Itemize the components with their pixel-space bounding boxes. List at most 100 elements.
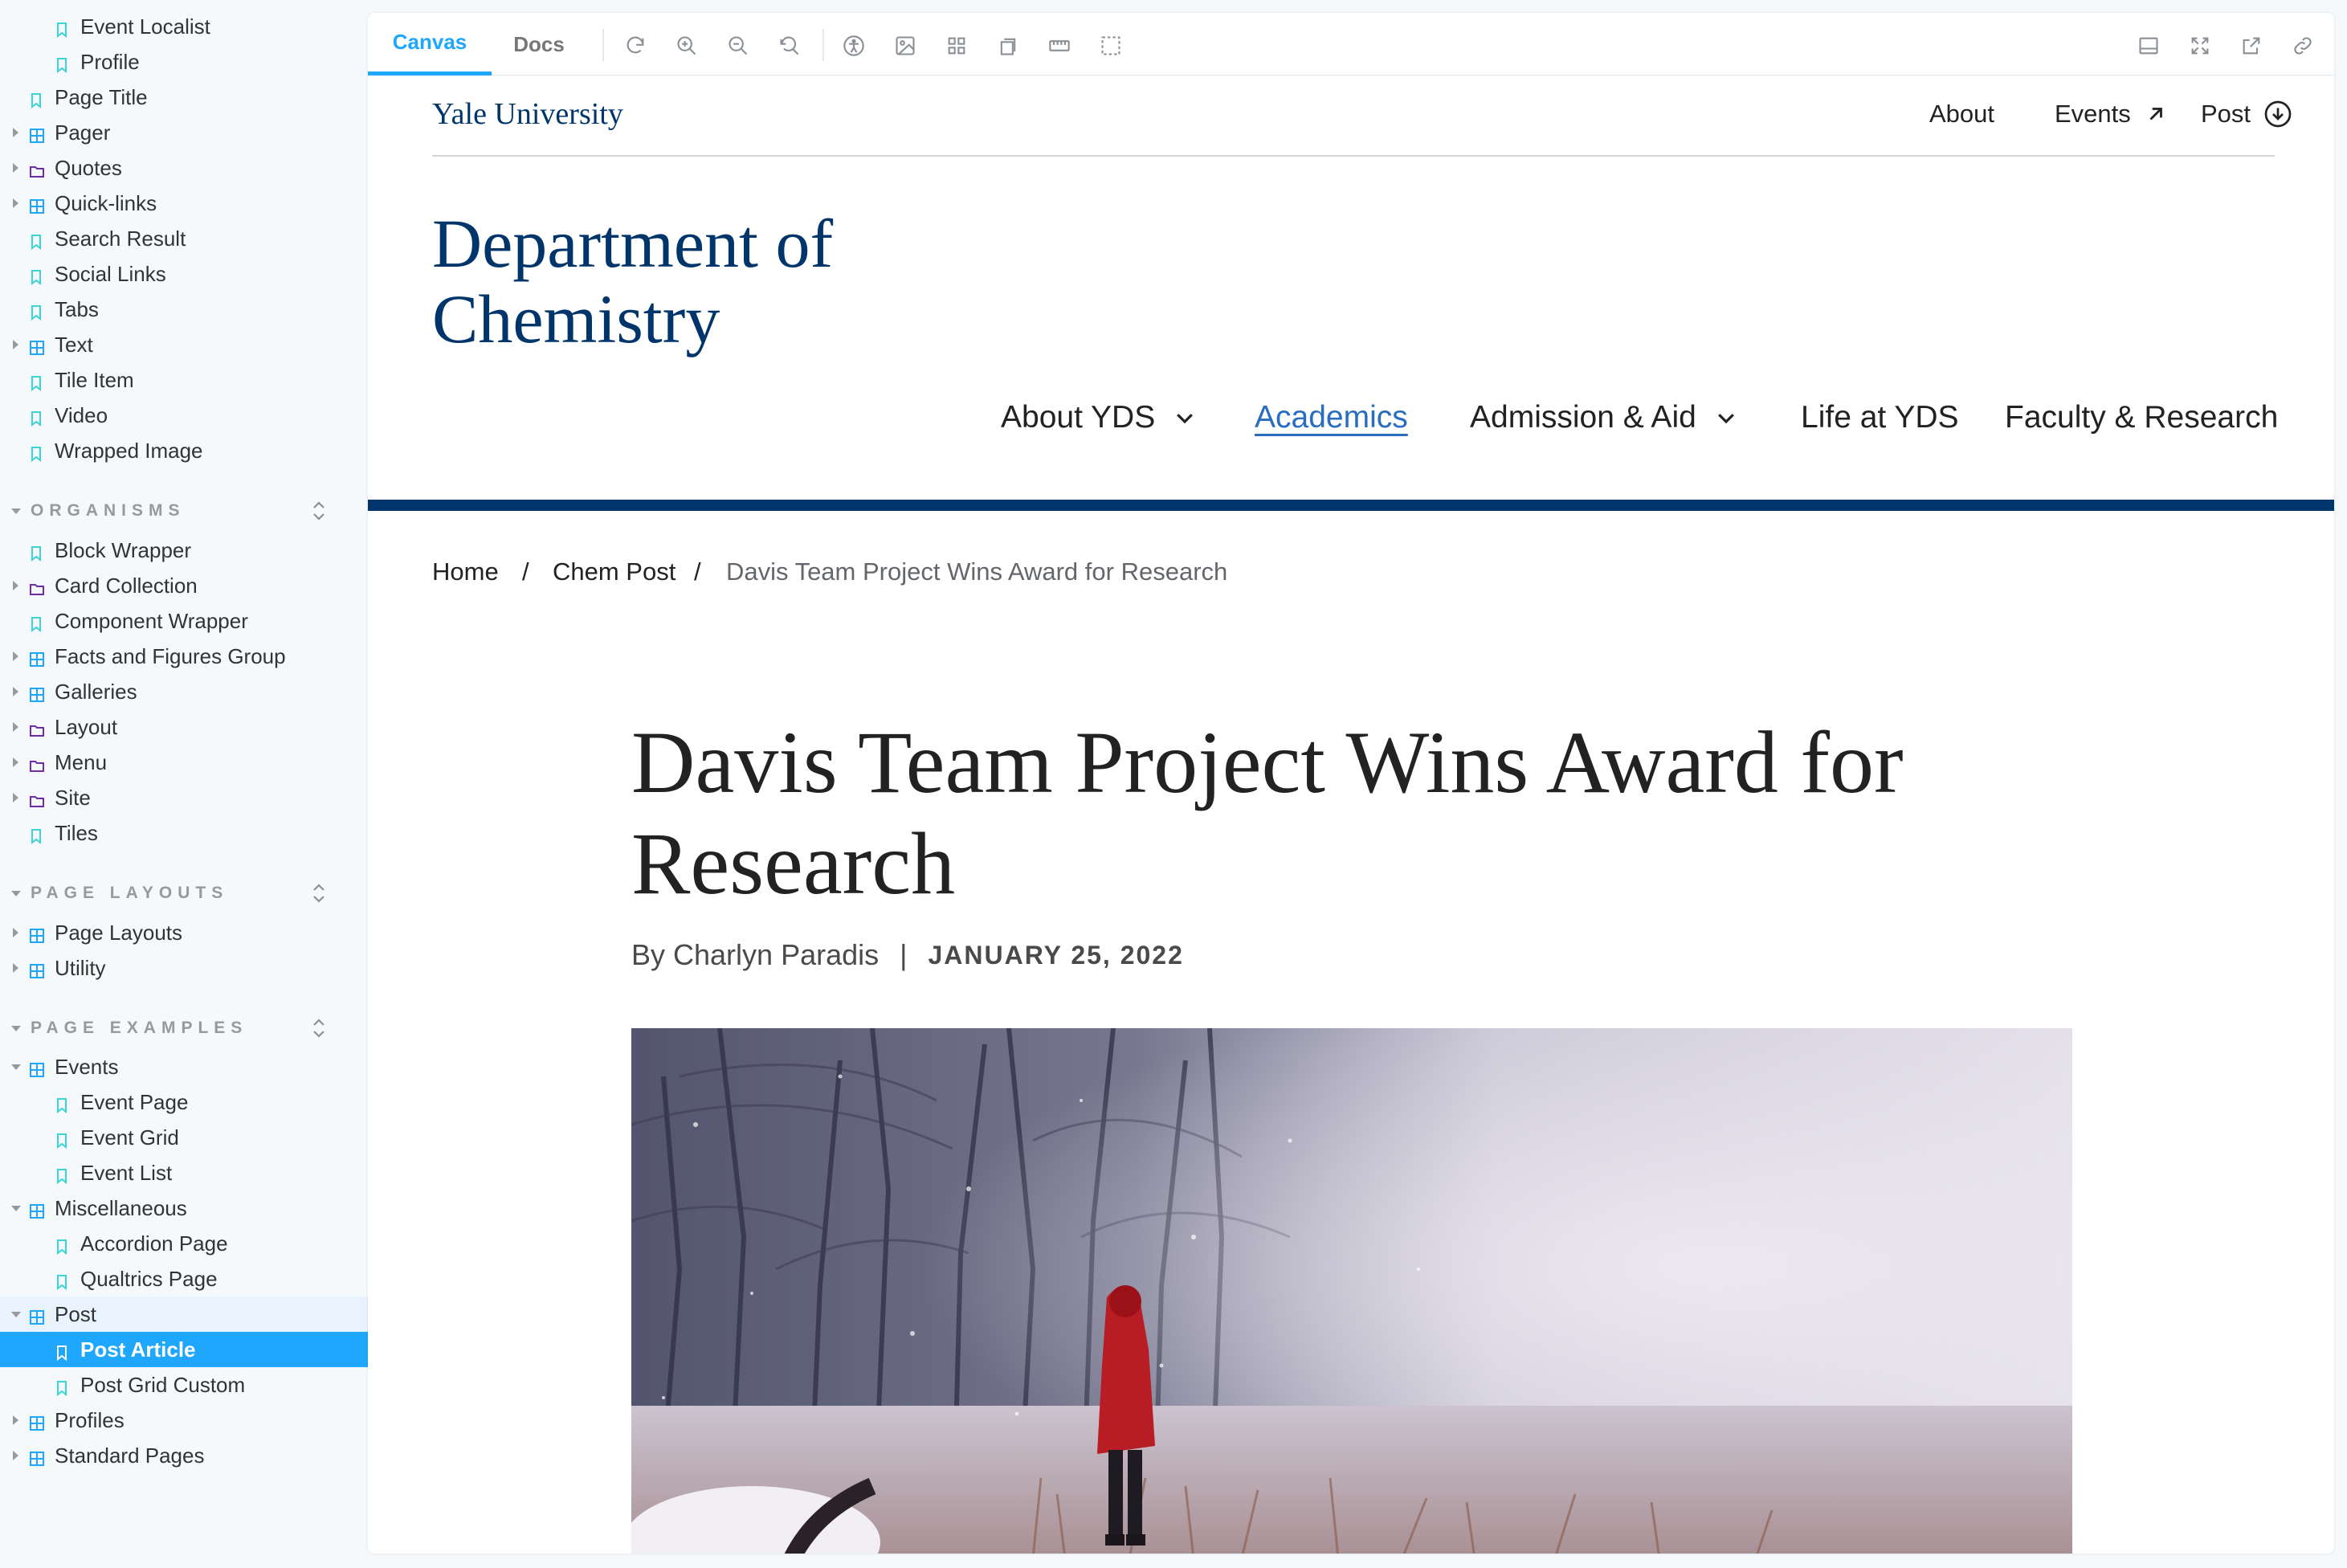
zoom-in-icon[interactable]: [673, 32, 700, 59]
fullscreen-icon[interactable]: [2186, 32, 2214, 59]
caret-right-icon[interactable]: [13, 651, 18, 661]
caret-right-icon[interactable]: [13, 1415, 18, 1425]
caret-right-icon[interactable]: [13, 722, 18, 732]
accessibility-icon[interactable]: [840, 32, 867, 59]
tab-docs[interactable]: Docs: [492, 13, 586, 76]
main-nav-about-yds[interactable]: About YDS: [1001, 400, 1197, 435]
caret-right-icon[interactable]: [13, 928, 18, 937]
caret-down-icon[interactable]: [11, 1205, 21, 1211]
expand-collapse-icon[interactable]: [310, 881, 328, 905]
sidebar-item-page-layouts[interactable]: Page Layouts: [0, 915, 368, 950]
caret-right-icon[interactable]: [13, 1451, 18, 1460]
sidebar-item-post[interactable]: Post: [0, 1296, 368, 1332]
grid-icon[interactable]: [943, 32, 970, 59]
sidebar-item-tabs[interactable]: Tabs: [0, 292, 368, 327]
utility-nav-events[interactable]: Events: [2055, 100, 2166, 129]
sidebar-item-search-result[interactable]: Search Result: [0, 221, 368, 256]
sidebar-item-layout[interactable]: Layout: [0, 709, 368, 745]
open-new-tab-icon[interactable]: [2238, 32, 2265, 59]
component-icon: [29, 925, 44, 943]
sidebar-item-pager[interactable]: Pager: [0, 115, 368, 150]
sidebar-item-galleries[interactable]: Galleries: [0, 674, 368, 709]
tab-canvas[interactable]: Canvas: [368, 13, 492, 76]
main-nav-faculty-research[interactable]: Faculty & Research: [2005, 400, 2278, 435]
sidebar-item-tiles[interactable]: Tiles: [0, 815, 368, 851]
utility-nav-post[interactable]: Post: [2201, 100, 2292, 129]
sidebar-item-label: Standard Pages: [55, 1443, 205, 1468]
caret-right-icon[interactable]: [13, 581, 18, 590]
sidebar-item-profile[interactable]: Profile: [0, 44, 368, 80]
sidebar-item-label: Pager: [55, 120, 111, 145]
sidebar-item-label: Page Layouts: [55, 920, 183, 945]
sidebar-item-social-links[interactable]: Social Links: [0, 256, 368, 292]
sidebar-item-profiles[interactable]: Profiles: [0, 1403, 368, 1438]
bookmark-icon: [55, 1341, 69, 1362]
department-title[interactable]: Department of Chemistry: [432, 206, 833, 357]
zoom-reset-icon[interactable]: [776, 32, 803, 59]
utility-nav-about[interactable]: About: [1929, 100, 1994, 129]
bookmark-icon: [55, 1377, 69, 1397]
sidebar-item-facts-and-figures-group[interactable]: Facts and Figures Group: [0, 639, 368, 674]
sidebar-item-card-collection[interactable]: Card Collection: [0, 568, 368, 603]
reload-icon[interactable]: [622, 32, 649, 59]
sidebar-item-label: Component Wrapper: [55, 608, 248, 633]
toolbar-divider: [822, 29, 824, 61]
copy-link-icon[interactable]: [2289, 32, 2316, 59]
expand-collapse-icon[interactable]: [310, 1016, 328, 1040]
outline-icon[interactable]: [1097, 32, 1125, 59]
breadcrumb-separator: /: [694, 557, 701, 586]
caret-right-icon[interactable]: [13, 340, 18, 349]
sidebar-item-site[interactable]: Site: [0, 780, 368, 815]
caret-right-icon[interactable]: [13, 163, 18, 173]
caret-right-icon[interactable]: [13, 687, 18, 696]
sidebar-item-accordion-page[interactable]: Accordion Page: [0, 1226, 368, 1261]
sidebar-item-video[interactable]: Video: [0, 398, 368, 433]
sidebar-item-label: Tile Item: [55, 367, 134, 392]
sidebar-item-miscellaneous[interactable]: Miscellaneous: [0, 1190, 368, 1226]
sidebar-item-block-wrapper[interactable]: Block Wrapper: [0, 533, 368, 568]
main-nav-life-at-yds[interactable]: Life at YDS: [1801, 400, 1959, 435]
sidebar-item-events[interactable]: Events: [0, 1049, 368, 1084]
sidebar-item-wrapped-image[interactable]: Wrapped Image: [0, 433, 368, 468]
caret-right-icon[interactable]: [13, 128, 18, 137]
caret-down-icon[interactable]: [11, 1064, 21, 1070]
sidebar-item-tile-item[interactable]: Tile Item: [0, 362, 368, 398]
sidebar-item-text[interactable]: Text: [0, 327, 368, 362]
sidebar-item-quick-links[interactable]: Quick-links: [0, 186, 368, 221]
component-icon: [29, 1448, 44, 1466]
caret-down-icon[interactable]: [11, 1311, 21, 1317]
sidebar-item-event-page[interactable]: Event Page: [0, 1084, 368, 1120]
section-page-layouts[interactable]: PAGE LAYOUTS: [11, 877, 228, 909]
caret-right-icon[interactable]: [13, 963, 18, 973]
caret-right-icon[interactable]: [13, 757, 18, 767]
breadcrumb-chem-post[interactable]: Chem Post: [553, 557, 676, 586]
sidebar-item-qualtrics-page[interactable]: Qualtrics Page: [0, 1261, 368, 1296]
sidebar-item-event-grid[interactable]: Event Grid: [0, 1120, 368, 1155]
sidebar-item-menu[interactable]: Menu: [0, 745, 368, 780]
sidebar-item-quotes[interactable]: Quotes: [0, 150, 368, 186]
addons-panel-icon[interactable]: [2135, 32, 2162, 59]
sidebar-item-label: Profiles: [55, 1407, 124, 1432]
zoom-out-icon[interactable]: [725, 32, 752, 59]
main-nav-admission-aid[interactable]: Admission & Aid: [1470, 400, 1738, 435]
breadcrumb-home[interactable]: Home: [432, 557, 499, 586]
sidebar-item-post-article[interactable]: Post Article: [0, 1332, 368, 1367]
caret-right-icon[interactable]: [13, 198, 18, 208]
bookmark-icon: [29, 825, 43, 845]
sidebar-item-event-list[interactable]: Event List: [0, 1155, 368, 1190]
sidebar-item-event-localist[interactable]: Event Localist: [0, 9, 368, 44]
measure-icon[interactable]: [1046, 32, 1073, 59]
sidebar-item-component-wrapper[interactable]: Component Wrapper: [0, 603, 368, 639]
sidebar-item-utility[interactable]: Utility: [0, 950, 368, 986]
sidebar-item-post-grid-custom[interactable]: Post Grid Custom: [0, 1367, 368, 1403]
sidebar-item-page-title[interactable]: Page Title: [0, 80, 368, 115]
main-nav-academics[interactable]: Academics: [1255, 400, 1408, 435]
yale-logo[interactable]: Yale University: [432, 96, 623, 132]
background-icon[interactable]: [892, 32, 919, 59]
section-organisms[interactable]: ORGANISMS: [11, 495, 186, 527]
caret-right-icon[interactable]: [13, 793, 18, 802]
viewport-icon[interactable]: [994, 32, 1022, 59]
expand-collapse-icon[interactable]: [310, 499, 328, 523]
sidebar-item-standard-pages[interactable]: Standard Pages: [0, 1438, 368, 1473]
section-page-examples[interactable]: PAGE EXAMPLES: [11, 1012, 247, 1044]
